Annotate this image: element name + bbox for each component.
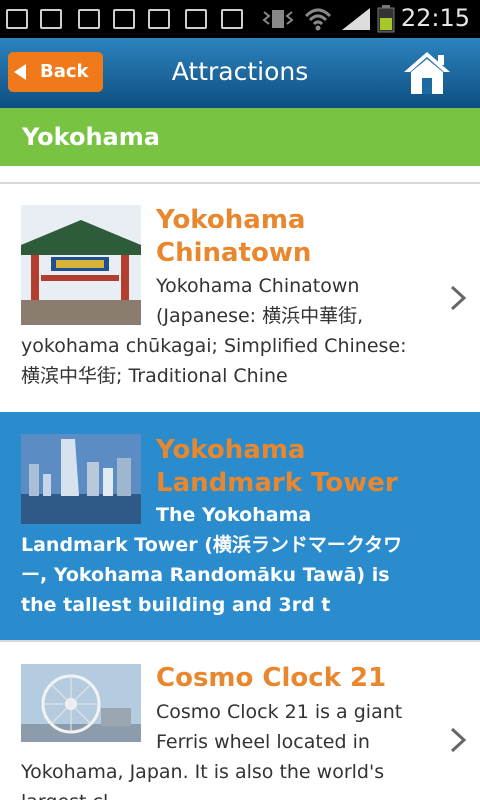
sd-card-icon bbox=[40, 9, 62, 29]
battery-icon bbox=[377, 5, 395, 33]
home-icon[interactable] bbox=[402, 50, 452, 96]
terminal-icon bbox=[78, 9, 100, 29]
wifi-icon bbox=[304, 8, 332, 31]
chevron-right-icon bbox=[450, 285, 467, 311]
item-title: Yokohama Chinatown bbox=[156, 205, 312, 268]
image-icon bbox=[113, 9, 135, 29]
app-bar: Back Attractions bbox=[0, 38, 480, 108]
item-title: Yokohama Landmark Tower bbox=[156, 435, 398, 498]
vibrate-icon bbox=[262, 10, 294, 28]
add-icon bbox=[6, 9, 28, 29]
divider bbox=[0, 166, 480, 184]
page-title: Attractions bbox=[171, 57, 309, 86]
back-arrow-icon bbox=[14, 64, 26, 80]
play-icon bbox=[148, 9, 170, 29]
play-icon bbox=[185, 9, 207, 29]
list-item[interactable]: Yokohama Chinatown Yokohama Chinatown (J… bbox=[0, 184, 480, 410]
back-button-label: Back bbox=[40, 61, 89, 82]
list-item[interactable]: Cosmo Clock 21 Cosmo Clock 21 is a giant… bbox=[0, 642, 480, 800]
item-description: Cosmo Clock 21 is a giant Ferris wheel l… bbox=[21, 701, 403, 800]
chevron-right-icon bbox=[450, 727, 467, 753]
item-title: Cosmo Clock 21 bbox=[156, 663, 387, 693]
signal-icon bbox=[342, 8, 370, 30]
back-button[interactable]: Back bbox=[8, 52, 103, 92]
item-description: Yokohama Chinatown (Japanese: 横浜中華街, yok… bbox=[21, 275, 407, 387]
play-icon bbox=[221, 9, 243, 29]
list-item[interactable]: Yokohama Landmark Tower The Yokohama Lan… bbox=[0, 412, 480, 640]
section-header: Yokohama bbox=[0, 108, 480, 166]
item-description: The Yokohama Landmark Tower (横浜ランドマークタワー… bbox=[21, 504, 403, 616]
status-bar: 22:15 bbox=[0, 0, 480, 38]
clock-time: 22:15 bbox=[400, 4, 470, 32]
